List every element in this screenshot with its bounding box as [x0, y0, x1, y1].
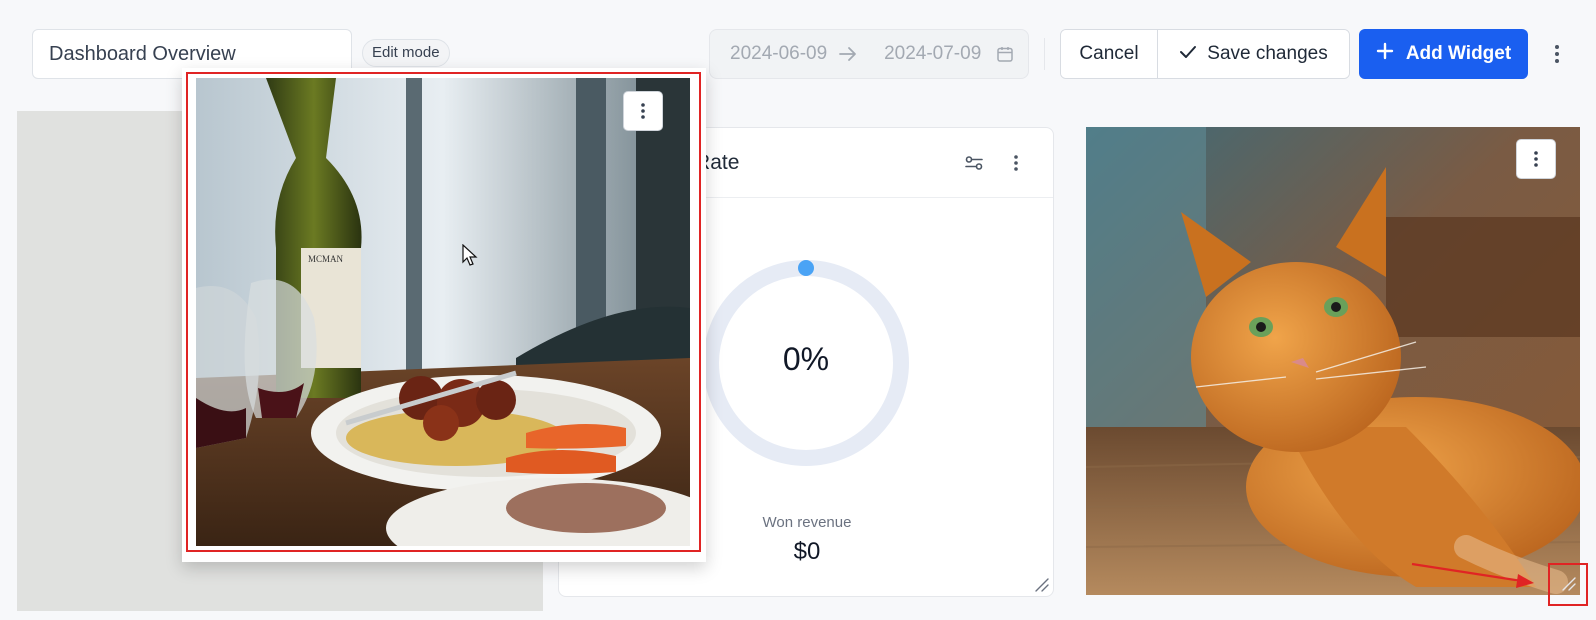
add-widget-label: Add Widget [1405, 43, 1512, 64]
toolbar-divider [1044, 38, 1045, 70]
gauge-value: 0% [782, 341, 830, 377]
save-changes-button[interactable]: Save changes [1158, 30, 1349, 78]
more-options-icon[interactable] [623, 91, 663, 131]
edit-actions-group: Cancel Save changes [1060, 29, 1350, 79]
gauge-indicator [798, 260, 814, 276]
annotation-arrow [1411, 562, 1534, 588]
resize-handle-icon[interactable] [1033, 576, 1049, 592]
save-changes-label: Save changes [1207, 43, 1328, 64]
more-options-icon[interactable] [1516, 139, 1556, 179]
more-options-icon[interactable] [1003, 150, 1029, 176]
more-options-icon[interactable] [1546, 38, 1568, 70]
arrow-right-icon [838, 46, 884, 62]
cat-photo [1086, 127, 1580, 595]
check-icon [1179, 43, 1197, 65]
date-start-field[interactable]: 2024-06-09 [730, 43, 838, 65]
mouse-cursor-icon [462, 244, 478, 266]
cancel-button[interactable]: Cancel [1061, 30, 1158, 78]
dragged-image-widget[interactable]: MCMAN [182, 68, 706, 562]
plus-icon [1376, 42, 1394, 66]
drag-selection-frame [186, 72, 701, 552]
add-widget-button[interactable]: Add Widget [1359, 29, 1528, 79]
settings-sliders-icon[interactable] [961, 150, 987, 176]
calendar-icon[interactable] [996, 45, 1014, 63]
edit-mode-badge: Edit mode [362, 39, 450, 67]
date-range-picker[interactable]: 2024-06-09 2024-07-09 [709, 29, 1029, 79]
date-end-field[interactable]: 2024-07-09 [884, 43, 990, 65]
annotation-highlight-box [1548, 563, 1588, 606]
cat-image-widget[interactable] [1086, 127, 1580, 595]
